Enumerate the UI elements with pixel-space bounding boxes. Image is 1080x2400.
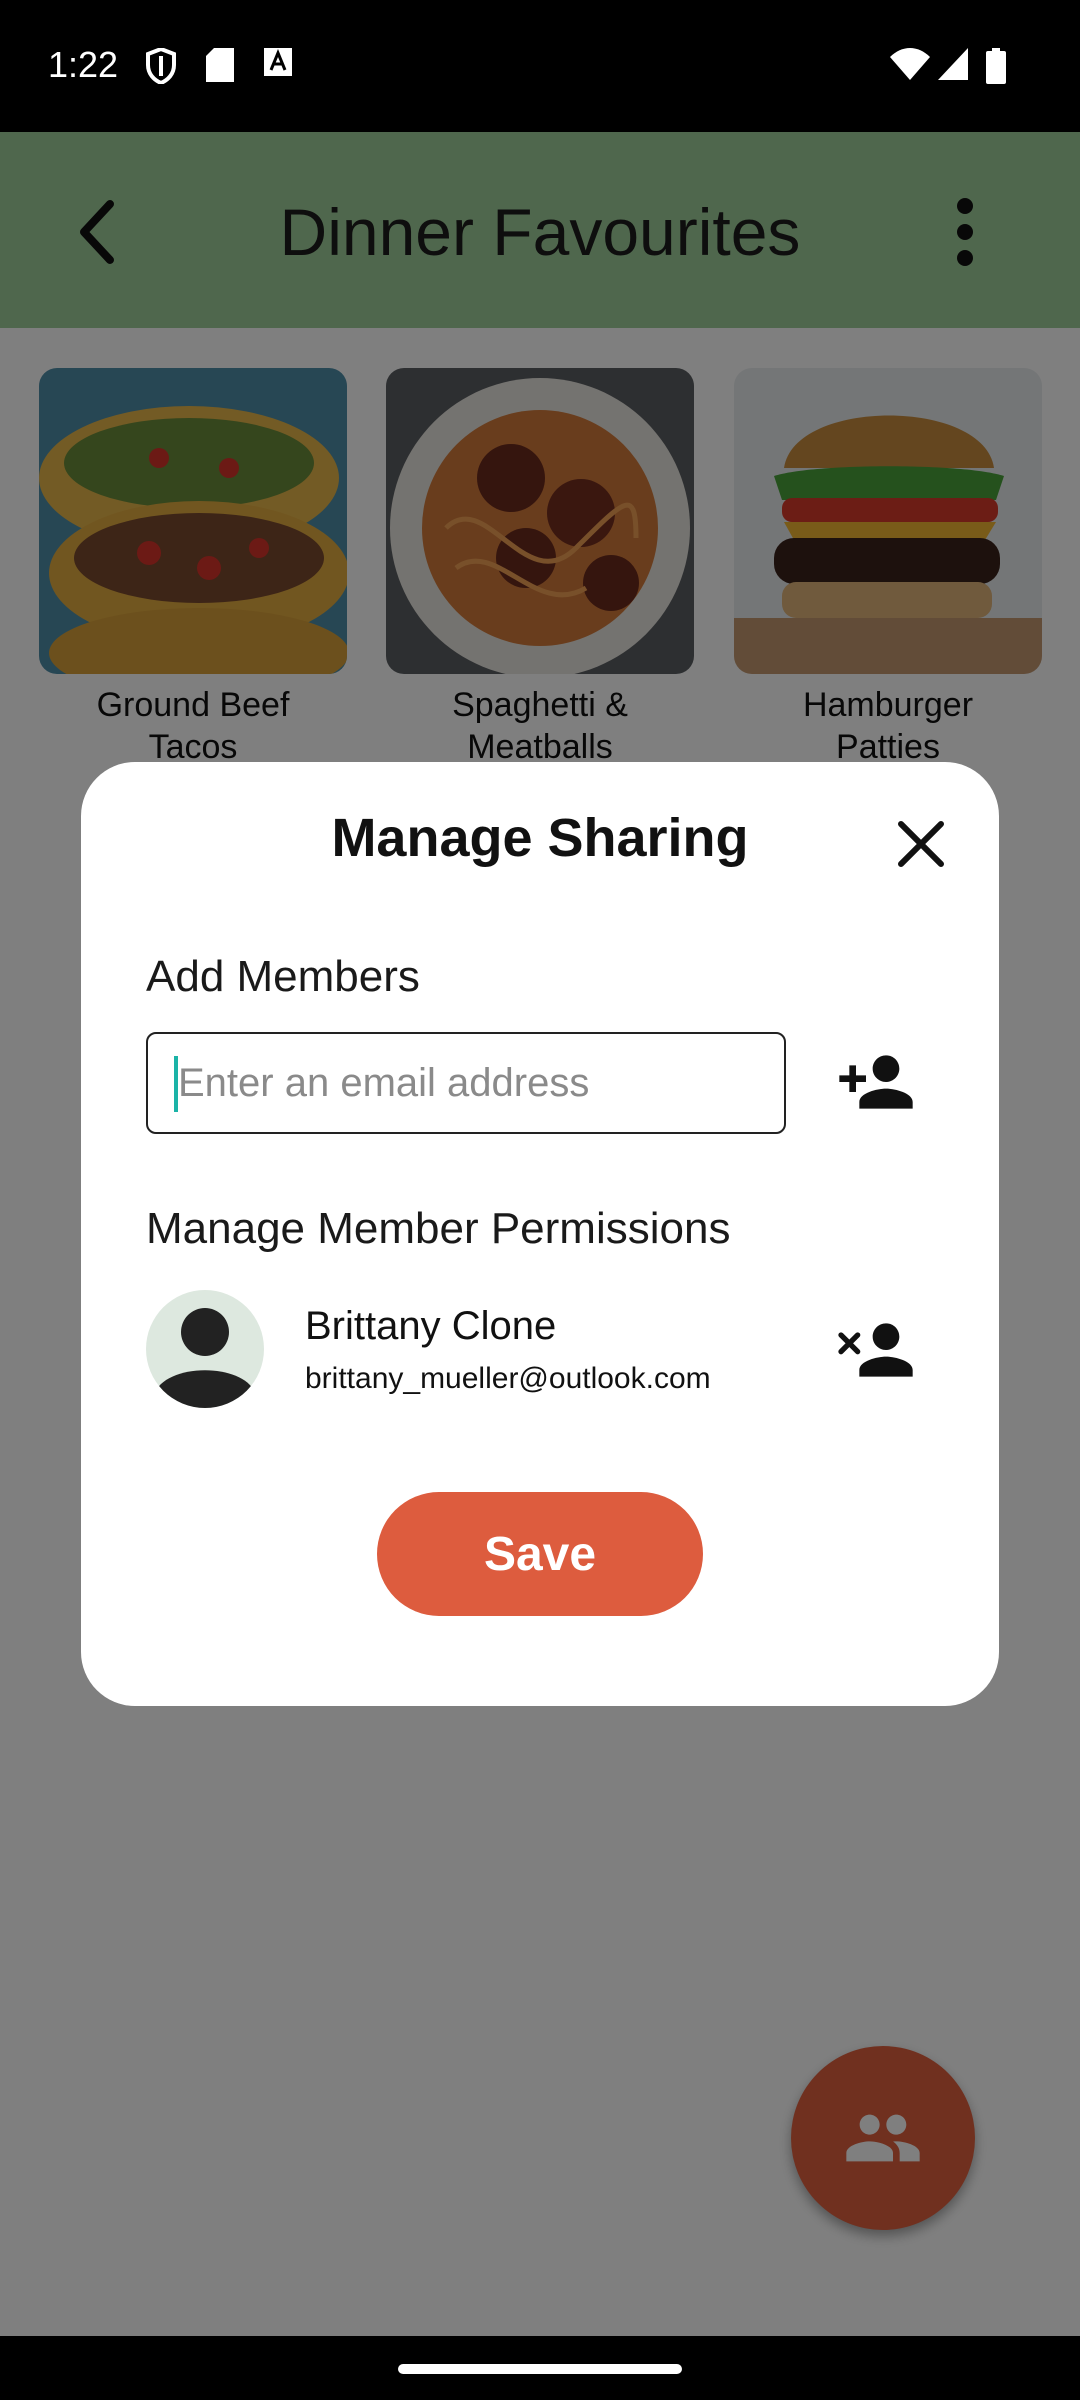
status-bar: 1:22: [0, 0, 1080, 132]
member-name: Brittany Clone: [305, 1304, 557, 1348]
dialog-title: Manage Sharing: [331, 808, 749, 868]
person-icon: [154, 1308, 256, 1408]
avatar: [146, 1290, 264, 1408]
home-handle[interactable]: [398, 2364, 682, 2374]
close-icon[interactable]: [891, 814, 951, 874]
permissions-label: Manage Member Permissions: [146, 1204, 731, 1253]
wifi-icon: [890, 48, 930, 80]
keyboard-a-icon: [264, 48, 292, 76]
shield-icon: [146, 48, 176, 84]
person-add-icon[interactable]: [829, 1042, 923, 1122]
member-email: brittany_mueller@outlook.com: [305, 1362, 711, 1395]
manage-sharing-dialog: Manage Sharing Add Members Manage Member…: [81, 762, 999, 1706]
save-button[interactable]: Save: [377, 1492, 703, 1616]
status-time: 1:22: [48, 44, 119, 85]
battery-icon: [986, 48, 1006, 84]
sd-card-icon: [206, 48, 234, 82]
cell-signal-icon: [938, 48, 968, 80]
person-remove-icon[interactable]: [829, 1310, 923, 1390]
text-caret: [174, 1056, 178, 1112]
add-members-label: Add Members: [146, 952, 420, 1001]
navigation-bar: [0, 2336, 1080, 2400]
email-input[interactable]: [146, 1032, 786, 1134]
